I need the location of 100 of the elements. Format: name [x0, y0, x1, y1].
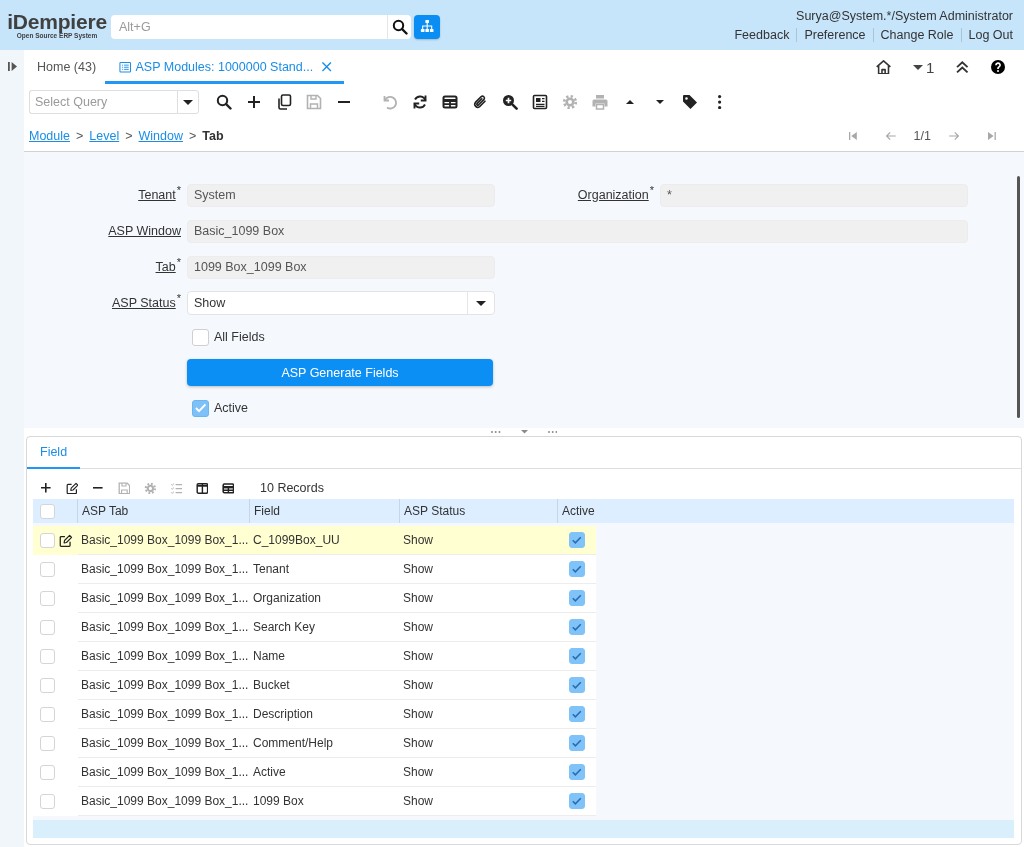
checkbox[interactable] — [192, 328, 209, 346]
table-icon — [442, 94, 458, 110]
table-row[interactable]: Basic_1099 Box_1099 Box_1... Organization Show — [33, 584, 596, 613]
row-checkbox[interactable] — [40, 591, 55, 606]
table-row[interactable]: Basic_1099 Box_1099 Box_1... Bucket Show — [33, 671, 596, 700]
row-checkbox[interactable] — [40, 649, 55, 664]
table-cell: Show — [403, 678, 434, 692]
row-checkbox[interactable] — [40, 794, 55, 809]
skip-last-icon — [988, 131, 996, 140]
columns-icon — [195, 481, 209, 495]
checkmark-icon — [572, 797, 582, 805]
table-row[interactable]: Basic_1099 Box_1099 Box_1... Search Key Show — [33, 613, 596, 642]
row-checkbox[interactable] — [40, 678, 55, 693]
active-checkbox[interactable] — [569, 793, 585, 809]
table-cell: Basic_1099 Box_1099 Box_1... — [81, 649, 249, 663]
active-checkbox[interactable] — [569, 706, 585, 722]
column-header[interactable]: ASP Tab — [82, 504, 129, 518]
field-label[interactable]: Organization$^{*}$ — [495, 188, 660, 202]
report-icon — [532, 94, 548, 110]
text-field[interactable]: Basic_1099 Box — [187, 219, 968, 243]
table-row[interactable]: Basic_1099 Box_1099 Box_1... 1099 Box Show — [33, 787, 596, 816]
active-checkbox[interactable] — [569, 561, 585, 577]
window-tab[interactable]: ASP Modules: 1000000 Stand... — [105, 50, 344, 84]
tag-icon — [682, 94, 698, 110]
active-checkbox[interactable] — [569, 648, 585, 664]
header-link[interactable]: Preference — [796, 27, 873, 42]
minus-icon — [93, 487, 103, 489]
zoom-in-icon — [502, 94, 518, 110]
column-header[interactable]: Field — [254, 504, 280, 518]
home-button[interactable] — [875, 59, 892, 75]
active-checkbox[interactable] — [569, 619, 585, 635]
table-cell: Basic_1099 Box_1099 Box_1... — [81, 707, 249, 721]
breadcrumb-separator: > — [76, 128, 84, 143]
field-label[interactable]: ASP Window — [24, 224, 187, 238]
more-icon — [718, 94, 722, 110]
user-role-text: Surya@System.*/System Administrator — [796, 8, 1013, 23]
row-checkbox[interactable] — [40, 562, 55, 577]
table-row[interactable]: Basic_1099 Box_1099 Box_1... Active Show — [33, 758, 596, 787]
breadcrumb-separator: > — [125, 128, 133, 143]
column-header[interactable]: Active — [562, 504, 595, 518]
help-button[interactable] — [991, 60, 1005, 74]
row-checkbox[interactable] — [40, 533, 55, 548]
checkbox-label: Active — [214, 401, 249, 415]
dropdown-button[interactable] — [177, 90, 199, 114]
checkbox[interactable] — [192, 399, 209, 417]
checkmark-icon — [572, 739, 582, 747]
row-checkbox[interactable] — [40, 765, 55, 780]
active-checkbox[interactable] — [569, 735, 585, 751]
open-windows-button[interactable]: 1 — [913, 58, 935, 76]
field-label[interactable]: Tab$^{*}$ — [24, 260, 187, 274]
column-header[interactable]: ASP Status — [404, 504, 466, 518]
table-row[interactable]: Basic_1099 Box_1099 Box_1... Tenant Show — [33, 555, 596, 584]
table-row[interactable]: Basic_1099 Box_1099 Box_1... Comment/Help Show — [33, 729, 596, 758]
caret-down-icon[interactable] — [520, 430, 528, 434]
panel-toggle-icon[interactable] — [7, 62, 17, 71]
edit-icon[interactable] — [59, 533, 73, 548]
table-cell: Bucket — [253, 678, 290, 692]
text-field[interactable]: System — [187, 183, 495, 207]
search-icon — [216, 94, 232, 110]
collapse-button[interactable] — [956, 60, 969, 74]
field-label[interactable]: ASP Status$^{*}$ — [24, 296, 187, 310]
row-checkbox[interactable] — [40, 620, 55, 635]
header-link[interactable]: Log Out — [960, 27, 1013, 42]
table-cell: Search Key — [253, 620, 316, 634]
breadcrumb-link[interactable]: Level — [89, 128, 120, 143]
header-link[interactable]: Change Role — [872, 27, 961, 42]
table-cell: Basic_1099 Box_1099 Box_1... — [81, 533, 249, 547]
caret-down-icon — [476, 300, 486, 306]
active-checkbox[interactable] — [569, 590, 585, 606]
table-cell: Show — [403, 533, 434, 547]
breadcrumb-link[interactable]: Module — [29, 128, 70, 143]
active-checkbox[interactable] — [569, 532, 585, 548]
table-row[interactable]: Basic_1099 Box_1099 Box_1... Name Show — [33, 642, 596, 671]
search-button[interactable] — [387, 14, 411, 39]
search-field[interactable]: Alt+G — [111, 14, 387, 39]
field-label[interactable]: Tenant$^{*}$ — [24, 188, 187, 202]
breadcrumb-link[interactable]: Window — [138, 128, 183, 143]
select-field[interactable]: Show — [187, 291, 495, 315]
row-checkbox[interactable] — [40, 707, 55, 722]
table-cell: Basic_1099 Box_1099 Box_1... — [81, 620, 249, 634]
detail-tab[interactable]: Field — [27, 437, 81, 469]
table-row[interactable]: Basic_1099 Box_1099 Box_1... Description Show — [33, 700, 596, 729]
text-field[interactable]: 1099 Box_1099 Box — [187, 255, 495, 279]
close-icon[interactable] — [322, 62, 332, 72]
text-field[interactable]: * — [660, 183, 968, 207]
query-field[interactable]: Select Query — [29, 90, 177, 114]
header-link[interactable]: Feedback — [727, 27, 797, 42]
scrollbar-thumb[interactable] — [1017, 176, 1020, 418]
window-tab[interactable]: Home (43) — [28, 50, 106, 84]
active-checkbox[interactable] — [569, 677, 585, 693]
arrow-right-icon — [949, 131, 959, 140]
row-checkbox[interactable] — [40, 736, 55, 751]
table-row[interactable]: Basic_1099 Box_1099 Box_1... C_1099Box_UU Show — [33, 526, 596, 555]
active-checkbox[interactable] — [569, 764, 585, 780]
copy-icon — [276, 94, 292, 110]
select-all-checkbox[interactable] — [40, 503, 55, 519]
checkmark-icon — [572, 623, 582, 631]
checkmark-icon — [572, 768, 582, 776]
printer-icon — [592, 94, 608, 110]
help-icon — [991, 60, 1005, 74]
